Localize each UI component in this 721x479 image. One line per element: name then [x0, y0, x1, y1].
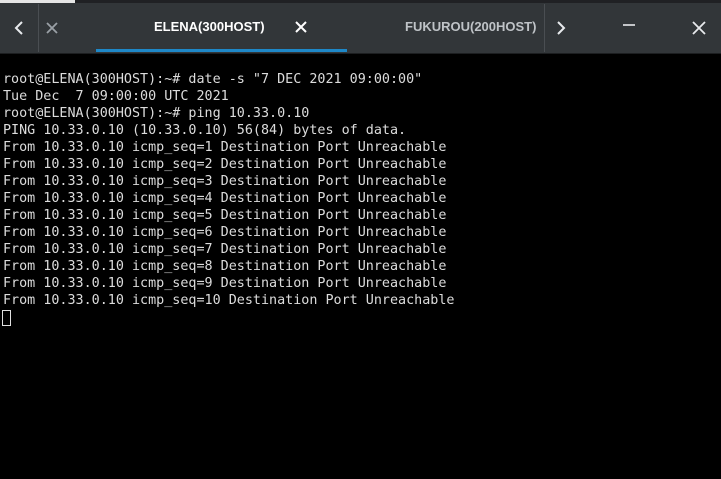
terminal-line: Tue Dec 7 09:00:00 UTC 2021: [3, 89, 229, 104]
scroll-tabs-left-button[interactable]: [0, 4, 39, 52]
terminal-line: From 10.33.0.10 icmp_seq=6 Destination P…: [3, 225, 447, 240]
window-close-button[interactable]: [676, 4, 721, 52]
terminal-window: ELENA(300HOST) FUKUROU(200HOST) root@ELE…: [0, 0, 721, 479]
tab-label: FUKUROU(200HOST): [405, 19, 537, 34]
terminal-lines: root@ELENA(300HOST):~# date -s "7 DEC 20…: [3, 71, 454, 309]
tab-elena[interactable]: ELENA(300HOST): [96, 4, 347, 52]
terminal-line: From 10.33.0.10 icmp_seq=5 Destination P…: [3, 208, 447, 223]
minimize-button[interactable]: [604, 4, 654, 52]
scroll-tabs-right-button[interactable]: [544, 4, 577, 52]
close-icon: [294, 20, 308, 34]
terminal-line: From 10.33.0.10 icmp_seq=4 Destination P…: [3, 191, 447, 206]
terminal-line: From 10.33.0.10 icmp_seq=3 Destination P…: [3, 174, 447, 189]
top-strip-highlight: [0, 0, 75, 3]
tab-close-button[interactable]: [292, 18, 310, 36]
terminal-line: From 10.33.0.10 icmp_seq=10 Destination …: [3, 293, 455, 308]
terminal-line: From 10.33.0.10 icmp_seq=1 Destination P…: [3, 140, 447, 155]
terminal-line: From 10.33.0.10 icmp_seq=2 Destination P…: [3, 157, 447, 172]
active-tab-indicator: [96, 49, 347, 52]
terminal-line: root@ELENA(300HOST):~# date -s "7 DEC 20…: [3, 72, 423, 87]
chevron-left-icon: [14, 21, 24, 35]
terminal-output-area[interactable]: root@ELENA(300HOST):~# date -s "7 DEC 20…: [0, 54, 721, 479]
tab-label: ELENA(300HOST): [154, 19, 265, 34]
close-icon: [691, 21, 706, 35]
terminal-line: From 10.33.0.10 icmp_seq=7 Destination P…: [3, 242, 447, 257]
terminal-line: root@ELENA(300HOST):~# ping 10.33.0.10: [3, 106, 310, 121]
tab-fukurou[interactable]: FUKUROU(200HOST): [347, 4, 543, 52]
chevron-right-icon: [556, 21, 566, 35]
terminal-cursor: [2, 310, 11, 326]
close-previous-tab-button[interactable]: [38, 4, 66, 52]
terminal-line: PING 10.33.0.10 (10.33.0.10) 56(84) byte…: [3, 123, 407, 138]
tab-bar: ELENA(300HOST) FUKUROU(200HOST): [0, 0, 721, 54]
close-icon: [45, 21, 59, 35]
minimize-icon: [622, 21, 636, 35]
top-strip: [0, 0, 721, 3]
terminal-line: From 10.33.0.10 icmp_seq=9 Destination P…: [3, 276, 447, 291]
terminal-line: From 10.33.0.10 icmp_seq=8 Destination P…: [3, 259, 447, 274]
